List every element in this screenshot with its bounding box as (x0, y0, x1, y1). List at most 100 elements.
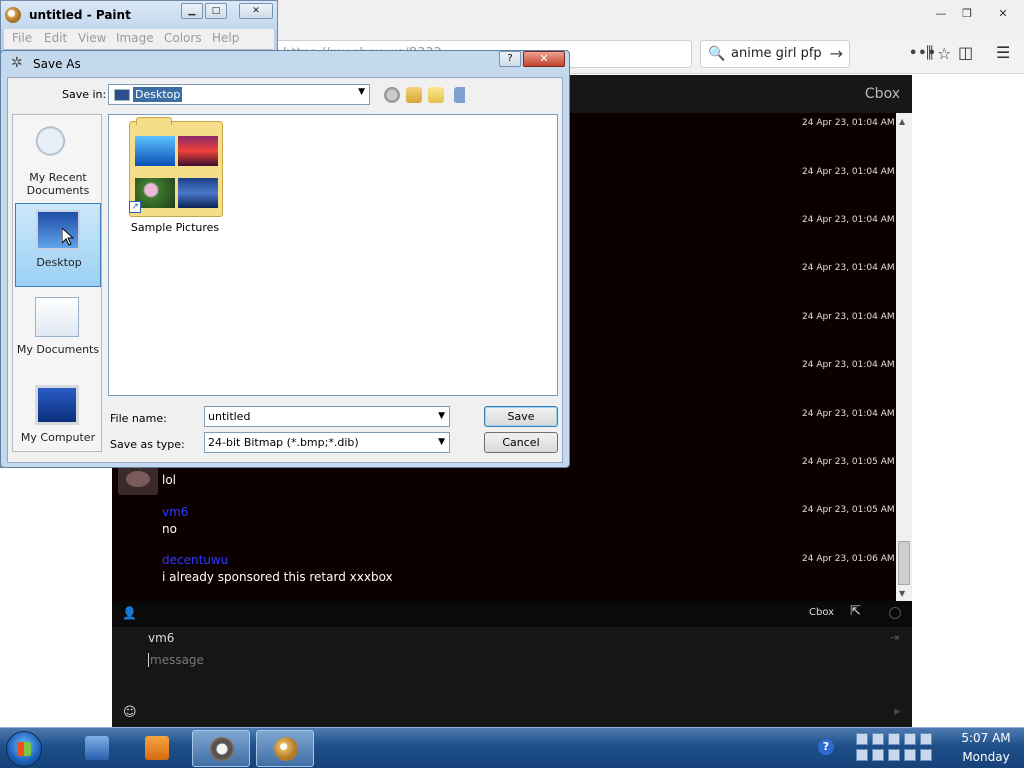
cbox-link[interactable]: Cbox (809, 607, 834, 618)
tray-icon[interactable] (856, 733, 868, 745)
thumbnail (135, 136, 175, 166)
place-label: My Recent Documents (26, 171, 90, 197)
file-list[interactable]: ↗ Sample Pictures (108, 114, 558, 396)
clock-day[interactable]: Monday (956, 750, 1016, 764)
clock-time[interactable]: 5:07 AM (956, 731, 1016, 745)
minimize-button[interactable]: — (928, 5, 954, 23)
search-bar[interactable]: 🔍 anime girl pfp → (700, 40, 850, 68)
help-icon[interactable]: ? (818, 739, 834, 755)
raccoon-icon (210, 737, 234, 761)
my-documents-icon (35, 297, 79, 337)
login-icon[interactable]: ⇥ (890, 631, 899, 644)
place-label: My Documents (16, 343, 100, 356)
taskbar-paint[interactable] (256, 730, 314, 767)
cbox-scrollbar[interactable]: ▲ ▼ (896, 113, 912, 601)
menu-view[interactable]: View (78, 31, 106, 45)
file-name-label: File name: (110, 412, 167, 425)
thumbnail (178, 136, 218, 166)
paint-minimize-button[interactable]: ▁ (181, 3, 203, 19)
chevron-down-icon[interactable]: ▼ (438, 407, 445, 426)
chevron-down-icon[interactable]: ▼ (438, 433, 445, 452)
message-text: i already sponsored this retard xxxbox (162, 570, 393, 584)
search-go-icon[interactable]: → (830, 41, 843, 67)
save-as-dialog: ✲ Save As ? ✕ Save in: Desktop ▼ My Rece… (0, 50, 570, 468)
status-circle-icon[interactable] (889, 607, 901, 619)
scroll-down-icon[interactable]: ▼ (899, 589, 905, 598)
search-input[interactable]: anime girl pfp (731, 41, 822, 67)
start-button[interactable] (6, 731, 42, 767)
dialog-titlebar: ✲ Save As ? ✕ (1, 51, 569, 77)
back-icon[interactable] (384, 87, 400, 103)
message-username[interactable]: decentuwu (162, 553, 228, 567)
scroll-up-icon[interactable]: ▲ (899, 117, 905, 126)
up-folder-icon[interactable] (406, 87, 422, 103)
tray-icon[interactable] (904, 749, 916, 761)
paint-titlebar: untitled - Paint ▁ □ ✕ (1, 1, 277, 29)
new-folder-icon[interactable] (428, 87, 444, 103)
shortcut-arrow-icon: ↗ (129, 201, 141, 213)
taskbar-media-player[interactable] (128, 730, 186, 767)
save-type-value: 24-bit Bitmap (*.bmp;*.dib) (208, 436, 359, 449)
smiley-icon[interactable]: ☺ (123, 705, 137, 720)
bookmark-star-icon[interactable]: ☆ (937, 41, 951, 67)
tray-icon[interactable] (872, 749, 884, 761)
user-icon[interactable]: 👤 (122, 606, 137, 620)
cancel-button[interactable]: Cancel (484, 432, 558, 453)
tray-icon[interactable] (888, 733, 900, 745)
message-timestamp: 24 Apr 23, 01:04 AM (802, 360, 895, 370)
dialog-close-button[interactable]: ✕ (523, 51, 565, 67)
menu-colors[interactable]: Colors (164, 31, 202, 45)
dialog-body: Save in: Desktop ▼ My Recent Documents D… (7, 77, 563, 463)
view-menu-icon[interactable] (454, 87, 476, 103)
chevron-down-icon[interactable]: ▼ (358, 87, 365, 97)
thumbnail (135, 178, 175, 208)
tray-icon[interactable] (872, 733, 884, 745)
recent-documents-icon (35, 125, 79, 165)
message-timestamp: 24 Apr 23, 01:04 AM (802, 409, 895, 419)
system-tray: ? 5:07 AM Monday (816, 728, 1024, 768)
paint-close-button[interactable]: ✕ (239, 3, 273, 19)
scroll-thumb[interactable] (898, 541, 910, 585)
mouse-cursor-icon (62, 228, 74, 246)
taskbar-browser[interactable] (192, 730, 250, 767)
paint-menubar: File Edit View Image Colors Help (4, 29, 274, 49)
menu-file[interactable]: File (12, 31, 32, 45)
save-in-dropdown[interactable]: Desktop ▼ (108, 84, 370, 105)
tray-icon[interactable] (920, 733, 932, 745)
menu-icon[interactable]: ☰ (996, 43, 1010, 62)
library-icon[interactable]: ⫼ (926, 43, 933, 63)
tray-icon[interactable] (904, 733, 916, 745)
file-name-value: untitled (208, 410, 251, 423)
sidebar-icon[interactable]: ◫ (958, 43, 973, 62)
send-icon[interactable]: ▶ (894, 707, 901, 717)
cbox-toolbar: 👤 Cbox ⇱ (112, 601, 912, 627)
save-in-label: Save in: (62, 88, 107, 101)
message-username[interactable]: vm6 (162, 505, 188, 519)
paint-maximize-button[interactable]: □ (205, 3, 227, 19)
help-button[interactable]: ? (499, 51, 521, 67)
menu-help[interactable]: Help (212, 31, 239, 45)
menu-image[interactable]: Image (116, 31, 154, 45)
message-timestamp: 24 Apr 23, 01:05 AM (802, 505, 895, 515)
place-desktop[interactable]: Desktop (15, 203, 101, 287)
menu-edit[interactable]: Edit (44, 31, 67, 45)
close-button[interactable]: ✕ (990, 5, 1016, 23)
file-name-field[interactable]: untitled ▼ (204, 406, 450, 427)
tray-icon[interactable] (856, 749, 868, 761)
search-icon[interactable] (920, 749, 932, 761)
save-button[interactable]: Save (484, 406, 558, 427)
message-timestamp: 24 Apr 23, 01:06 AM (802, 554, 895, 564)
paint-app-icon (5, 7, 21, 23)
popout-icon[interactable]: ⇱ (850, 604, 861, 619)
folder-sample-pictures[interactable] (129, 117, 223, 217)
message-input[interactable]: message (148, 653, 204, 667)
taskbar-explorer[interactable] (68, 730, 126, 767)
place-label: My Computer (20, 431, 96, 444)
restore-button[interactable]: ❐ (954, 5, 980, 23)
tray-icon[interactable] (888, 749, 900, 761)
name-field[interactable]: vm6 (148, 631, 174, 645)
save-type-dropdown[interactable]: 24-bit Bitmap (*.bmp;*.dib) ▼ (204, 432, 450, 453)
place-recent-documents[interactable]: My Recent Documents (15, 119, 101, 203)
place-my-documents[interactable]: My Documents (15, 291, 101, 375)
place-my-computer[interactable]: My Computer (15, 379, 101, 463)
